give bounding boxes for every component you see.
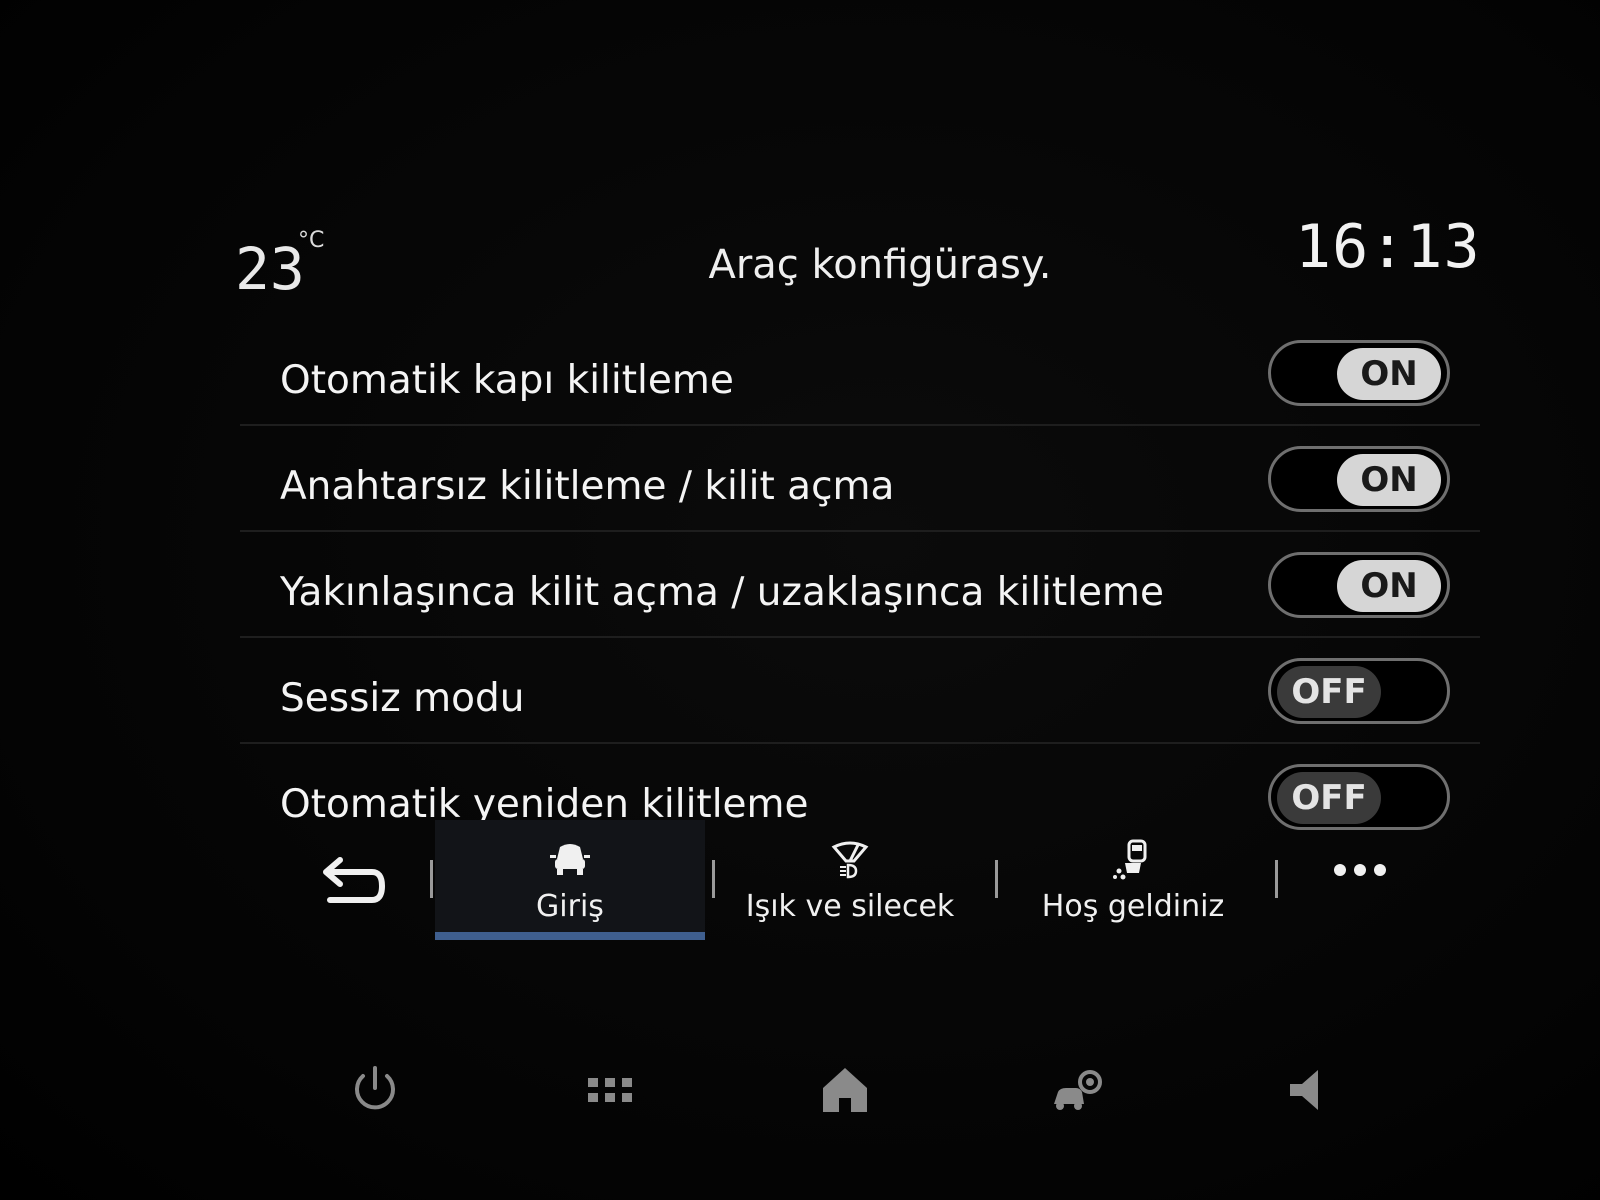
toggle-knob: ON <box>1337 560 1441 612</box>
silent-mode-toggle[interactable]: OFF <box>1268 658 1450 724</box>
tab-bar: Giriş Işık ve silecek Hoş geldiniz <box>270 820 1470 950</box>
tab-separator <box>1275 860 1278 898</box>
proximity-lock-toggle[interactable]: ON <box>1268 552 1450 618</box>
volume-icon[interactable] <box>1280 1060 1340 1120</box>
setting-label: Yakınlaşınca kilit açma / uzaklaşınca ki… <box>280 570 1164 615</box>
tab-label: Giriş <box>536 888 604 924</box>
setting-label: Sessiz modu <box>280 676 525 721</box>
auto-door-lock-toggle[interactable]: ON <box>1268 340 1450 406</box>
power-icon[interactable] <box>345 1060 405 1120</box>
setting-row-silent-mode[interactable]: Sessiz modu OFF <box>240 638 1480 744</box>
setting-row-keyless-lock[interactable]: Anahtarsız kilitleme / kilit açma ON <box>240 426 1480 532</box>
toggle-knob: ON <box>1337 454 1441 506</box>
setting-label: Otomatik kapı kilitleme <box>280 358 734 403</box>
car-settings-icon[interactable] <box>1050 1060 1110 1120</box>
clock: 16:13 <box>1295 212 1481 282</box>
temperature-unit: °C <box>298 228 325 253</box>
tab-separator <box>430 860 433 898</box>
infotainment-screen: 23 °C Araç konfigürasy. 16:13 Otomatik k… <box>40 30 1580 1160</box>
tab-label: Işık ve silecek <box>745 888 955 924</box>
settings-list: Otomatik kapı kilitleme ON Anahtarsız ki… <box>240 320 1480 848</box>
bottom-navigation <box>40 1030 1580 1160</box>
tab-label: Hoş geldiniz <box>1041 888 1225 924</box>
back-arrow-icon[interactable] <box>310 850 390 920</box>
status-bar: 23 °C Araç konfigürasy. 16:13 <box>40 30 1580 330</box>
car-front-icon <box>550 843 590 875</box>
page-title: Araç konfigürasy. <box>708 242 1052 288</box>
apps-grid-icon[interactable] <box>580 1060 640 1120</box>
toggle-knob: OFF <box>1277 772 1381 824</box>
toggle-knob: ON <box>1337 348 1441 400</box>
tab-giris[interactable]: Giriş <box>435 820 705 940</box>
keyless-lock-toggle[interactable]: ON <box>1268 446 1450 512</box>
headlight-wiper-icon <box>831 841 869 878</box>
more-options-icon[interactable] <box>1320 850 1400 890</box>
home-icon[interactable] <box>815 1060 875 1120</box>
toggle-knob: OFF <box>1277 666 1381 718</box>
setting-row-proximity-lock[interactable]: Yakınlaşınca kilit açma / uzaklaşınca ki… <box>240 532 1480 638</box>
welcome-person-car-icon <box>1113 839 1147 879</box>
tab-hos-geldiniz[interactable]: Hoş geldiniz <box>998 820 1268 940</box>
outside-temperature: 23 <box>235 235 305 303</box>
setting-row-auto-door-lock[interactable]: Otomatik kapı kilitleme ON <box>240 320 1480 426</box>
tab-isik-ve-silecek[interactable]: Işık ve silecek <box>715 820 985 940</box>
setting-label: Anahtarsız kilitleme / kilit açma <box>280 464 895 509</box>
